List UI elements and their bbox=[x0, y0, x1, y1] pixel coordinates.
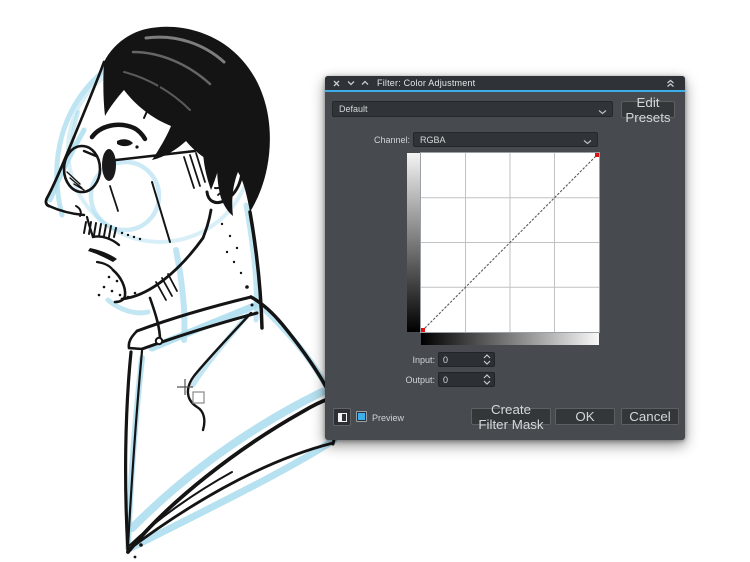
preset-combobox-value: Default bbox=[339, 104, 368, 114]
close-icon[interactable] bbox=[331, 78, 342, 89]
spin-down-icon bbox=[483, 360, 491, 365]
dialog-titlebar[interactable]: Filter: Color Adjustment bbox=[325, 76, 685, 92]
curve-grid bbox=[421, 153, 599, 332]
spin-arrows[interactable] bbox=[483, 374, 491, 385]
input-field[interactable] bbox=[439, 354, 475, 365]
filter-dialog: Filter: Color Adjustment Default Edit Pr… bbox=[325, 76, 685, 440]
preview-checkbox[interactable] bbox=[356, 411, 367, 422]
input-label: Input: bbox=[412, 355, 435, 365]
spin-up-icon bbox=[483, 374, 491, 379]
spin-down-icon bbox=[483, 380, 491, 385]
input-spinbox[interactable] bbox=[438, 352, 495, 367]
float-icon[interactable] bbox=[345, 78, 356, 89]
chevron-down-icon bbox=[598, 107, 607, 117]
channel-combobox[interactable]: RGBA bbox=[413, 132, 598, 147]
cancel-button[interactable]: Cancel bbox=[621, 408, 679, 425]
channel-combobox-value: RGBA bbox=[420, 134, 446, 145]
edit-presets-button[interactable]: Edit Presets bbox=[621, 95, 675, 125]
spin-up-icon bbox=[483, 354, 491, 359]
chevron-down-icon bbox=[583, 137, 592, 147]
preset-combobox[interactable]: Default bbox=[332, 101, 613, 117]
output-label: Output: bbox=[405, 375, 435, 385]
create-filter-mask-button[interactable]: Create Filter Mask bbox=[471, 402, 551, 432]
ok-button[interactable]: OK bbox=[555, 408, 615, 425]
horizontal-gradient-ramp bbox=[421, 333, 599, 345]
split-preview-toggle[interactable] bbox=[333, 408, 351, 426]
collapse-icon[interactable] bbox=[359, 78, 370, 89]
curve-editor[interactable] bbox=[420, 152, 600, 333]
shade-icon[interactable] bbox=[665, 78, 676, 89]
curve-point-start bbox=[421, 328, 425, 332]
channel-label: Channel: bbox=[373, 135, 410, 145]
split-view-icon bbox=[337, 412, 347, 422]
dialog-title: Filter: Color Adjustment bbox=[377, 78, 476, 88]
output-field[interactable] bbox=[439, 374, 475, 385]
checkbox-checked-fill bbox=[358, 413, 365, 420]
vertical-gradient-ramp bbox=[407, 153, 420, 332]
preview-label: Preview bbox=[372, 413, 405, 423]
application-canvas: Filter: Color Adjustment Default Edit Pr… bbox=[0, 0, 750, 562]
output-spinbox[interactable] bbox=[438, 372, 495, 387]
curve-point-end bbox=[595, 153, 599, 157]
spin-arrows[interactable] bbox=[483, 354, 491, 365]
